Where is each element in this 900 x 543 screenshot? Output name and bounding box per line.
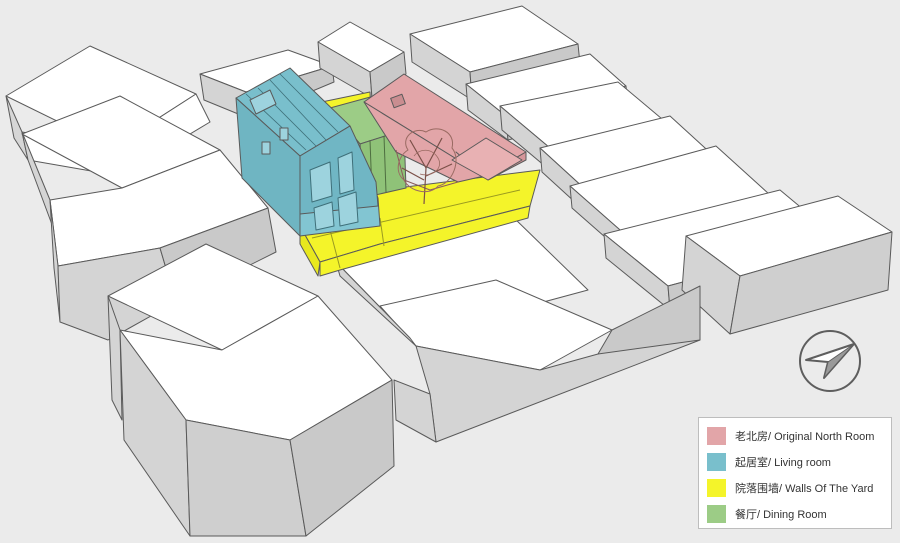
legend-item: 院落围墙/ Walls Of The Yard bbox=[707, 475, 883, 501]
legend-item: 餐厅/ Dining Room bbox=[707, 501, 883, 527]
legend: 老北房/ Original North Room 起居室/ Living room… bbox=[698, 417, 892, 529]
legend-label: 院落围墙/ Walls Of The Yard bbox=[735, 483, 874, 495]
legend-swatch bbox=[707, 479, 726, 497]
legend-swatch bbox=[707, 453, 726, 471]
legend-label: 餐厅/ Dining Room bbox=[735, 509, 827, 521]
legend-item: 起居室/ Living room bbox=[707, 449, 883, 475]
legend-item: 老北房/ Original North Room bbox=[707, 423, 883, 449]
legend-swatch bbox=[707, 505, 726, 523]
legend-label: 起居室/ Living room bbox=[735, 457, 831, 469]
legend-label: 老北房/ Original North Room bbox=[735, 431, 875, 443]
neighbor-block-left-front bbox=[107, 243, 395, 537]
legend-swatch bbox=[707, 427, 726, 445]
north-arrow-icon bbox=[799, 330, 861, 392]
